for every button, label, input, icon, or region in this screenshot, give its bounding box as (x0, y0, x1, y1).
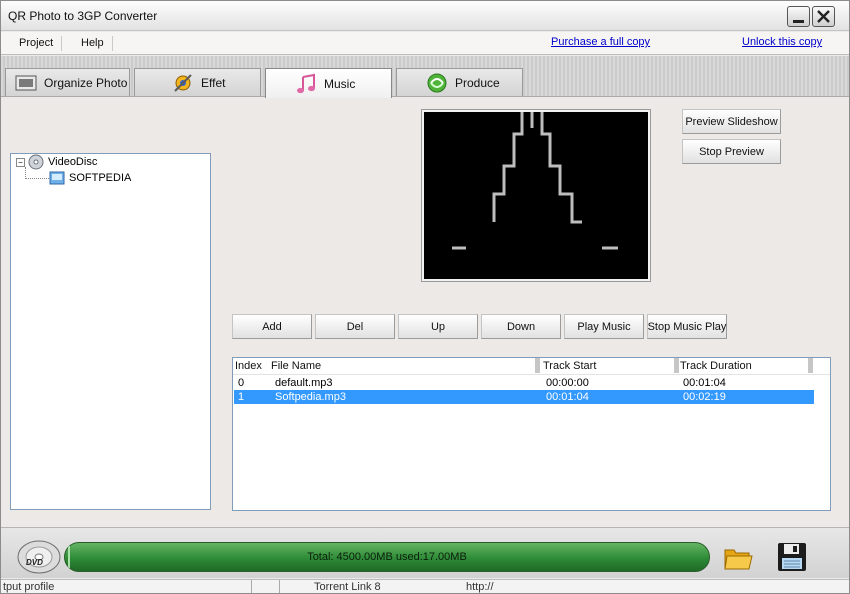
status-bar: tput profile Torrent Link 8 http:// (1, 579, 849, 593)
album-icon (49, 171, 65, 185)
table-row[interactable]: 0 default.mp3 00:00:00 00:01:04 (234, 376, 814, 390)
title-bar[interactable]: QR Photo to 3GP Converter (1, 1, 849, 31)
cell-track-start: 00:00:00 (546, 377, 589, 389)
del-button[interactable]: Del (315, 314, 395, 339)
music-note-icon (294, 73, 318, 94)
dvd-disc-icon: DVD (17, 540, 61, 574)
capacity-bar-area: DVD Total: 4500.00MB used:17.00MB (1, 527, 849, 578)
column-resize-handle[interactable] (674, 358, 679, 373)
disc-capacity-progress: Total: 4500.00MB used:17.00MB (64, 542, 710, 572)
cell-track-duration: 00:02:19 (683, 391, 726, 403)
tab-label: Effet (201, 75, 226, 90)
tree-root-label: VideoDisc (48, 156, 98, 168)
used-space-fill (68, 546, 70, 568)
cell-file-name: default.mp3 (275, 377, 333, 389)
table-row-selected[interactable]: 1 Softpedia.mp3 00:01:04 00:02:19 (234, 390, 814, 404)
status-middle: Torrent Link 8 (314, 581, 381, 593)
column-header-file-name[interactable]: File Name (271, 360, 321, 372)
close-icon (817, 10, 830, 23)
minimize-button[interactable] (787, 6, 810, 27)
preview-image (452, 112, 618, 250)
tab-produce[interactable]: Produce (396, 68, 523, 96)
track-list-header: Index File Name Track Start Track Durati… (233, 358, 830, 375)
tab-label: Produce (455, 75, 500, 90)
column-header-track-start[interactable]: Track Start (543, 360, 596, 372)
open-folder-button[interactable] (723, 544, 753, 572)
disc-icon (28, 154, 44, 170)
disc-tree[interactable]: − VideoDisc SOFTPEDIA (10, 153, 211, 510)
folder-icon (724, 549, 753, 570)
purchase-link[interactable]: Purchase a full copy (551, 36, 650, 48)
tree-node-softpedia[interactable]: SOFTPEDIA (49, 170, 131, 186)
window-title: QR Photo to 3GP Converter (8, 9, 158, 23)
menu-bar: Project Help Purchase a full copy Unlock… (1, 32, 849, 55)
save-button[interactable] (777, 542, 807, 572)
dvd-label: DVD (26, 558, 43, 567)
status-left: tput profile (3, 581, 55, 593)
up-button[interactable]: Up (398, 314, 478, 339)
unlock-link[interactable]: Unlock this copy (742, 36, 822, 48)
effect-icon (171, 73, 195, 93)
photo-icon (14, 73, 38, 93)
capacity-text: Total: 4500.00MB used:17.00MB (307, 551, 467, 563)
tab-label: Organize Photo (44, 75, 128, 90)
cell-file-name: Softpedia.mp3 (275, 391, 346, 403)
column-resize-handle[interactable] (535, 358, 540, 373)
close-button[interactable] (812, 6, 835, 27)
cell-index: 0 (238, 377, 245, 389)
down-button[interactable]: Down (481, 314, 561, 339)
produce-icon (425, 73, 449, 93)
menu-project[interactable]: Project (11, 36, 63, 51)
tree-node-root[interactable]: − VideoDisc (16, 154, 97, 170)
tab-organize-photo[interactable]: Organize Photo (5, 68, 130, 96)
minimize-icon (793, 19, 804, 23)
stop-preview-button[interactable]: Stop Preview (682, 139, 781, 164)
column-resize-handle[interactable] (808, 358, 813, 373)
music-panel: − VideoDisc SOFTPEDIA Preview Slideshow … (1, 98, 849, 526)
column-header-track-duration[interactable]: Track Duration (680, 360, 752, 372)
status-divider (251, 580, 252, 593)
tab-label: Music (324, 76, 356, 91)
tab-effet[interactable]: Effet (134, 68, 261, 96)
cell-track-start: 00:01:04 (546, 391, 589, 403)
tree-connector (25, 178, 49, 179)
tab-strip: Organize Photo Effet Music Produce (1, 56, 849, 98)
save-icon (778, 543, 806, 571)
menu-help[interactable]: Help (73, 36, 113, 51)
app-window: QR Photo to 3GP Converter Project Help P… (0, 0, 850, 594)
stop-music-button[interactable]: Stop Music Play (647, 314, 727, 339)
status-divider (279, 580, 280, 593)
column-header-index[interactable]: Index (235, 360, 262, 372)
cell-track-duration: 00:01:04 (683, 377, 726, 389)
status-right: http:// (466, 581, 494, 593)
cell-index: 1 (238, 391, 245, 403)
preview-screen (422, 110, 650, 281)
add-button[interactable]: Add (232, 314, 312, 339)
play-music-button[interactable]: Play Music (564, 314, 644, 339)
preview-slideshow-button[interactable]: Preview Slideshow (682, 109, 781, 134)
tree-child-label: SOFTPEDIA (69, 172, 132, 184)
tab-music[interactable]: Music (265, 68, 392, 98)
collapse-icon[interactable]: − (16, 157, 25, 167)
track-list[interactable]: Index File Name Track Start Track Durati… (232, 357, 831, 511)
